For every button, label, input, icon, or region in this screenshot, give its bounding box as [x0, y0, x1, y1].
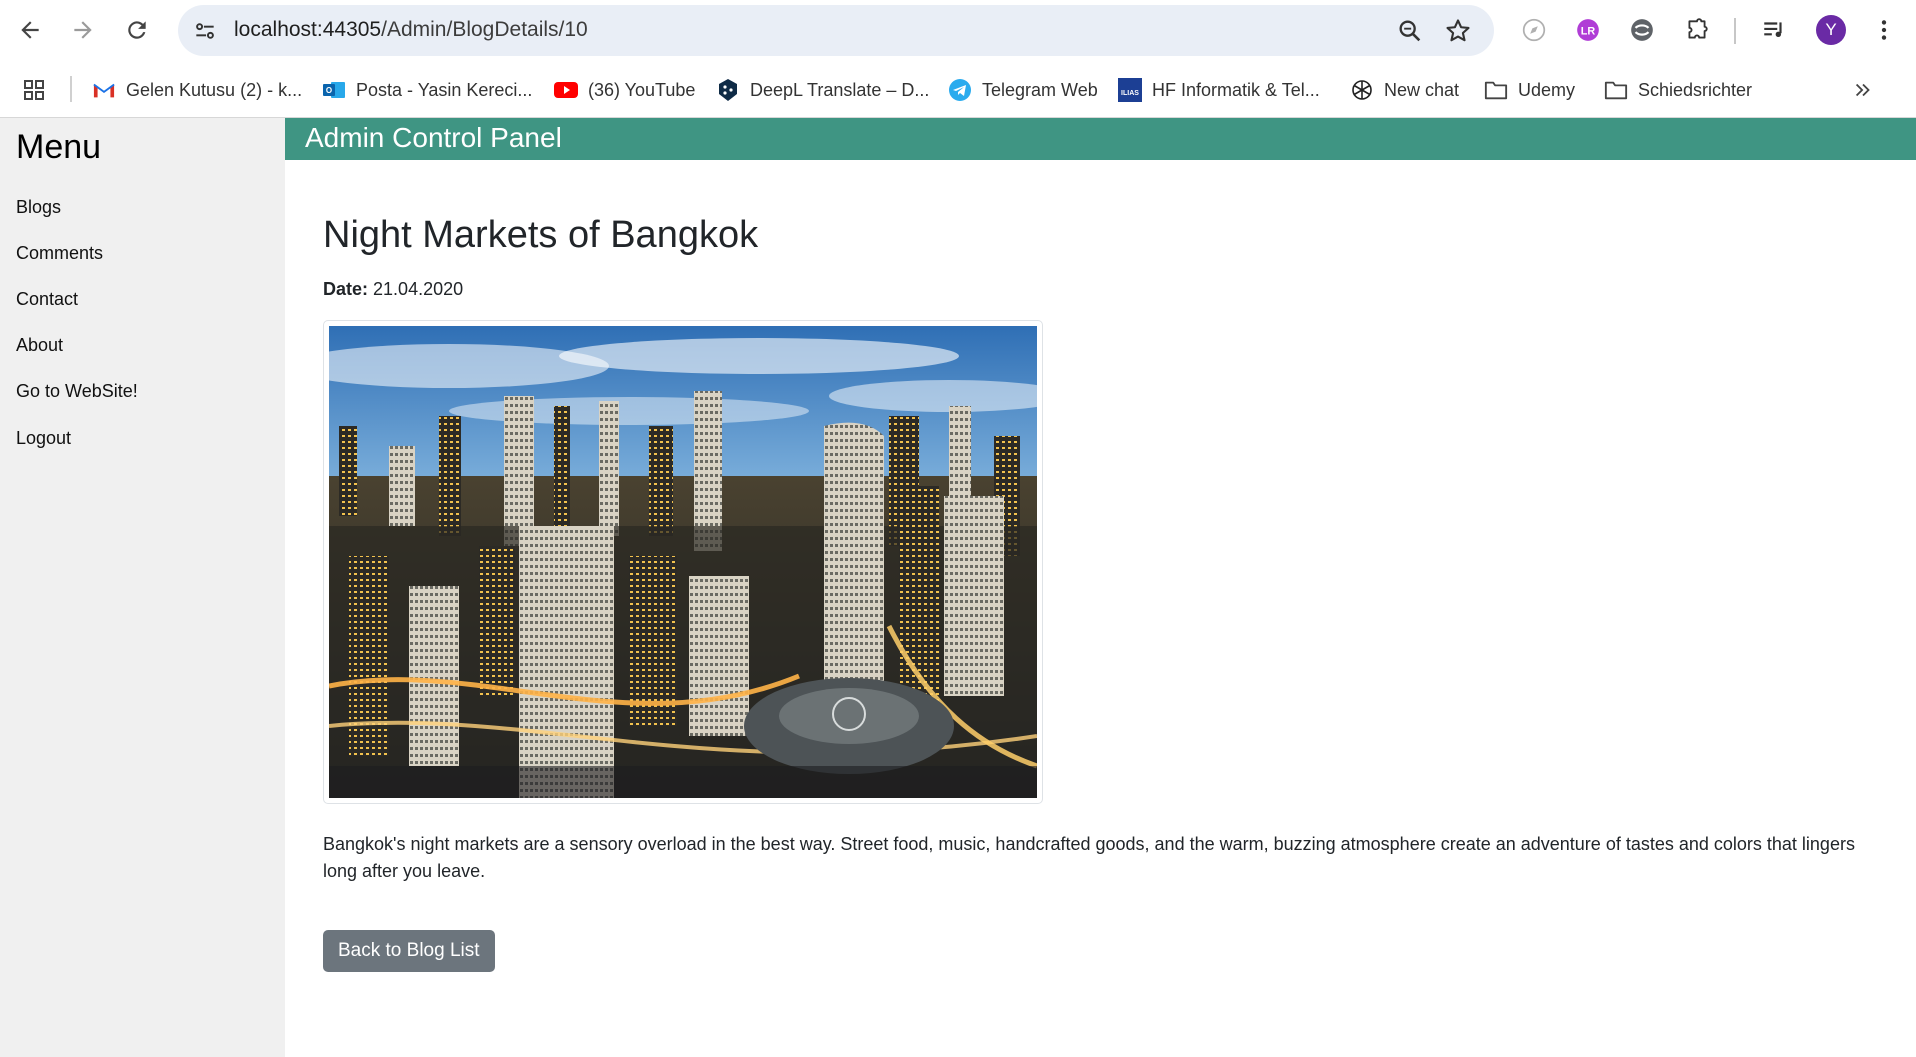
sidebar-item-about[interactable]: About: [16, 335, 63, 356]
sidebar-item-blogs[interactable]: Blogs: [16, 197, 61, 218]
extensions-puzzle-icon[interactable]: [1682, 15, 1712, 45]
post-date-value: 21.04.2020: [373, 279, 464, 299]
compass-extension-icon[interactable]: [1519, 15, 1549, 45]
media-queue-icon[interactable]: [1759, 15, 1789, 45]
kebab-menu-icon[interactable]: [1869, 15, 1899, 45]
sidebar-item-logout[interactable]: Logout: [16, 428, 71, 449]
back-to-blog-list-button[interactable]: Back to Blog List: [323, 930, 495, 972]
address-bar[interactable]: localhost:44305/Admin/BlogDetails/10: [178, 5, 1494, 56]
admin-header-title: Admin Control Panel: [305, 122, 562, 153]
browser-toolbar: localhost:44305/Admin/BlogDetails/10 LR …: [0, 0, 1916, 62]
bookmark-gmail[interactable]: Gelen Kutusu (2) - k...: [92, 75, 302, 105]
bookmark-youtube[interactable]: (36) YouTube: [554, 75, 695, 105]
post-body-text: Bangkok's night markets are a sensory ov…: [323, 834, 1855, 881]
youtube-icon: [554, 78, 578, 102]
toolbar-divider: [1734, 18, 1736, 44]
svg-text:O: O: [326, 86, 332, 95]
sidebar-item-comments[interactable]: Comments: [16, 243, 103, 264]
profile-avatar[interactable]: Y: [1816, 15, 1846, 45]
translate-extension-icon[interactable]: LR: [1573, 15, 1603, 45]
reload-icon[interactable]: [119, 12, 155, 48]
bookmark-hf-informatik[interactable]: ILIAS HF Informatik & Tel...: [1118, 75, 1320, 105]
shield-extension-icon[interactable]: [1627, 15, 1657, 45]
folder-icon: [1604, 78, 1628, 102]
bookmark-folder-udemy[interactable]: Udemy: [1484, 75, 1575, 105]
bookmark-new-chat[interactable]: New chat: [1350, 75, 1459, 105]
apps-grid-icon[interactable]: [22, 75, 46, 105]
telegram-icon: [948, 78, 972, 102]
bookmark-deepl[interactable]: DeepL Translate – D...: [716, 75, 929, 105]
more-bookmarks-chevron-icon[interactable]: [1852, 75, 1874, 105]
gmail-icon: [92, 78, 116, 102]
post-image: [323, 320, 1043, 804]
folder-icon: [1484, 78, 1508, 102]
forward-arrow-icon[interactable]: [65, 12, 101, 48]
bookmarks-bar: Gelen Kutusu (2) - k... O Posta - Yasin …: [0, 62, 1916, 118]
svg-text:LR: LR: [1581, 25, 1596, 37]
sidebar-title: Menu: [16, 128, 102, 166]
site-settings-icon[interactable]: [192, 18, 218, 44]
back-arrow-icon[interactable]: [12, 12, 48, 48]
openai-icon: [1350, 78, 1374, 102]
sidebar-item-contact[interactable]: Contact: [16, 289, 78, 310]
bookmarks-divider: [70, 76, 72, 102]
bangkok-skyline-image: [329, 326, 1037, 798]
admin-header: Admin Control Panel: [285, 118, 1916, 160]
url-text[interactable]: localhost:44305/Admin/BlogDetails/10: [234, 18, 588, 42]
bookmark-outlook[interactable]: O Posta - Yasin Kereci...: [322, 75, 532, 105]
sidebar-item-go-to-website[interactable]: Go to WebSite!: [16, 381, 138, 402]
post-title: Night Markets of Bangkok: [323, 214, 759, 256]
zoom-icon[interactable]: [1396, 17, 1424, 45]
deepl-icon: [716, 78, 740, 102]
admin-sidebar: Menu Blogs Comments Contact About Go to …: [0, 118, 285, 1057]
svg-text:ILIAS: ILIAS: [1121, 90, 1139, 97]
post-date-label: Date:: [323, 279, 369, 299]
post-date: Date: 21.04.2020: [323, 279, 463, 300]
outlook-icon: O: [322, 78, 346, 102]
bookmark-star-icon[interactable]: [1444, 17, 1472, 45]
bookmark-folder-schiedsrichter[interactable]: Schiedsrichter: [1604, 75, 1752, 105]
bookmark-telegram[interactable]: Telegram Web: [948, 75, 1098, 105]
ilias-icon: ILIAS: [1118, 78, 1142, 102]
